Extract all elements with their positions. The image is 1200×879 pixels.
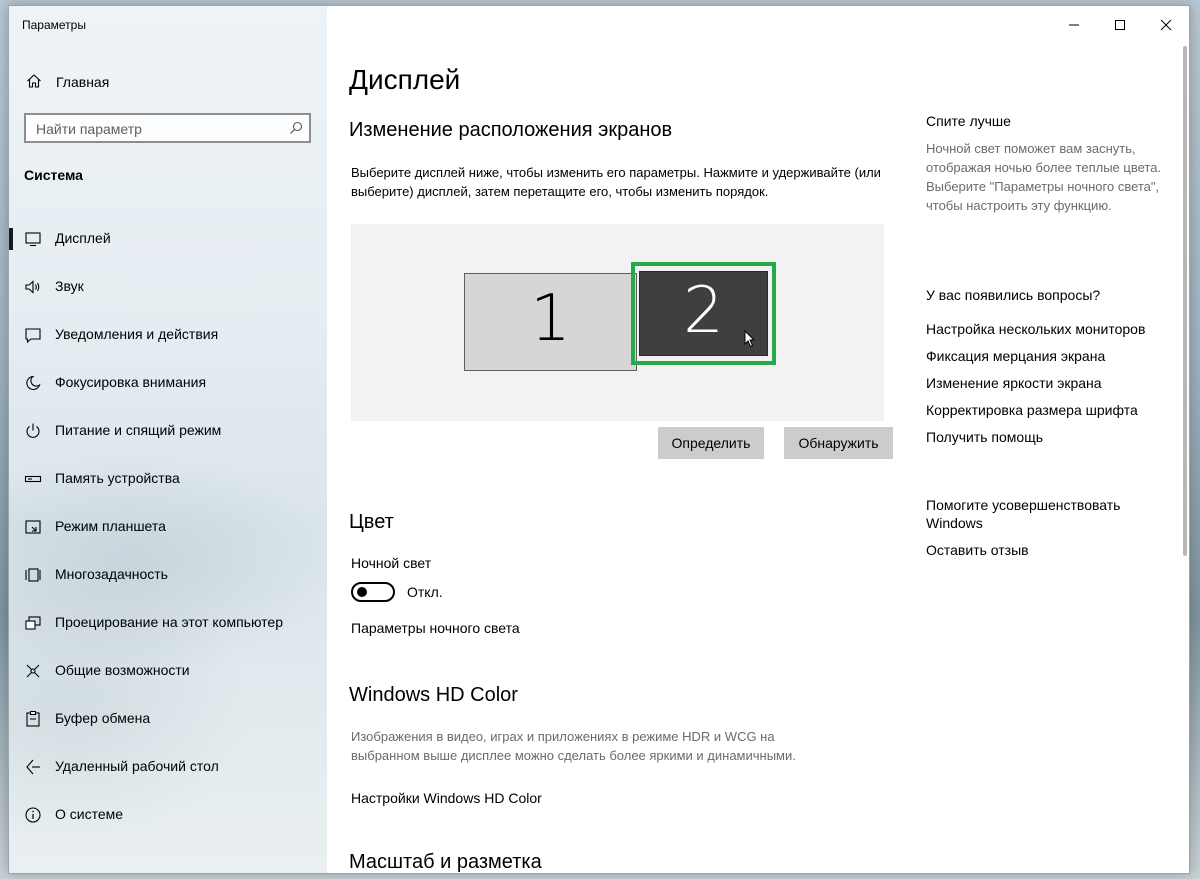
toggle-state-label: Откл.	[407, 584, 443, 600]
identify-button[interactable]: Определить	[658, 427, 764, 459]
help-link-multiple-monitors[interactable]: Настройка нескольких мониторов	[926, 321, 1145, 337]
related-pane: Спите лучше Ночной свет поможет вам засн…	[926, 6, 1166, 873]
monitor-2-selection[interactable]: 2	[631, 262, 776, 365]
remote-desktop-icon	[24, 758, 42, 776]
section-label: Система	[24, 167, 83, 183]
sidebar-item-label: Звук	[55, 278, 84, 294]
sidebar-item-label: Питание и спящий режим	[55, 422, 222, 438]
speaker-icon	[24, 278, 42, 296]
sidebar-item-label: Удаленный рабочий стол	[55, 758, 219, 774]
sidebar-item-label: Режим планшета	[55, 518, 166, 534]
power-icon	[24, 422, 42, 440]
toggle-knob	[357, 587, 367, 597]
hdr-description: Изображения в видео, играх и приложениях…	[351, 729, 796, 763]
monitor-1[interactable]: 1	[464, 273, 637, 371]
display-arrangement-area[interactable]: 1 2	[351, 224, 884, 421]
sidebar-item-projecting[interactable]: Проецирование на этот компьютер	[9, 599, 327, 647]
sidebar-item-multitasking[interactable]: Многозадачность	[9, 551, 327, 599]
arrange-description: Выберите дисплей ниже, чтобы изменить ег…	[351, 165, 881, 199]
nav-home[interactable]: Главная	[9, 66, 327, 96]
search-placeholder: Найти параметр	[36, 121, 142, 137]
sidebar-item-notifications[interactable]: Уведомления и действия	[9, 311, 327, 359]
nav-home-label: Главная	[56, 74, 110, 90]
hdr-settings-link[interactable]: Настройки Windows HD Color	[351, 790, 542, 806]
sidebar-item-label: Дисплей	[55, 230, 111, 246]
sidebar-item-clipboard[interactable]: Буфер обмена	[9, 695, 327, 743]
settings-window: Параметры Главная Найти параметр Система…	[8, 5, 1190, 874]
scale-heading: Масштаб и разметка	[349, 851, 542, 873]
night-light-toggle[interactable]	[351, 582, 395, 602]
home-icon	[26, 73, 42, 89]
multitask-icon	[24, 566, 42, 584]
sidebar-item-label: Многозадачность	[55, 566, 168, 582]
sidebar-item-label: Память устройства	[55, 470, 180, 486]
search-icon[interactable]	[289, 121, 303, 135]
sidebar-item-remote-desktop[interactable]: Удаленный рабочий стол	[9, 743, 327, 791]
sidebar-item-label: Проецирование на этот компьютер	[55, 614, 283, 630]
page-title: Дисплей	[349, 64, 461, 95]
sidebar-item-focus[interactable]: Фокусировка внимания	[9, 359, 327, 407]
shared-icon	[24, 662, 42, 680]
sidebar-item-power[interactable]: Питание и спящий режим	[9, 407, 327, 455]
hdr-heading: Windows HD Color	[349, 684, 518, 706]
improve-heading: Помогите усовершенствовать Windows	[926, 497, 1121, 531]
sidebar-item-sound[interactable]: Звук	[9, 263, 327, 311]
sidebar-item-label: Буфер обмена	[55, 710, 151, 726]
project-icon	[24, 614, 42, 632]
sidebar-item-tablet[interactable]: Режим планшета	[9, 503, 327, 551]
moon-icon	[24, 374, 42, 392]
window-title: Параметры	[22, 18, 86, 32]
sidebar-item-label: Общие возможности	[55, 662, 190, 678]
help-link-get-help[interactable]: Получить помощь	[926, 429, 1043, 445]
detect-button[interactable]: Обнаружить	[784, 427, 893, 459]
sidebar-item-about[interactable]: О системе	[9, 791, 327, 839]
mouse-cursor-icon	[744, 329, 756, 353]
color-heading: Цвет	[349, 511, 394, 533]
monitor-icon	[24, 230, 42, 248]
sleep-text: Ночной свет поможет вам заснуть, отображ…	[926, 141, 1162, 213]
sidebar-item-storage[interactable]: Память устройства	[9, 455, 327, 503]
monitor-1-number: 1	[530, 282, 571, 356]
sidebar: Параметры Главная Найти параметр Система…	[9, 6, 327, 873]
arrange-heading: Изменение расположения экранов	[349, 119, 673, 141]
feedback-link[interactable]: Оставить отзыв	[926, 542, 1029, 558]
help-link-flicker[interactable]: Фиксация мерцания экрана	[926, 348, 1105, 364]
sidebar-item-display[interactable]: Дисплей	[9, 215, 327, 263]
sidebar-item-label: О системе	[55, 806, 124, 822]
scrollbar[interactable]	[1183, 46, 1187, 556]
help-link-font-size[interactable]: Корректировка размера шрифта	[926, 402, 1138, 418]
notification-icon	[24, 326, 42, 344]
sidebar-item-label: Фокусировка внимания	[55, 374, 207, 390]
monitor-2[interactable]: 2	[639, 271, 768, 356]
storage-icon	[24, 470, 42, 488]
clipboard-icon	[24, 710, 42, 728]
search-input[interactable]: Найти параметр	[24, 113, 311, 143]
nav-list: Дисплей Звук Уведомления и действия Фоку…	[9, 215, 327, 839]
night-light-settings-link[interactable]: Параметры ночного света	[351, 620, 520, 636]
sidebar-item-label: Уведомления и действия	[55, 326, 219, 342]
main-content: Дисплей Изменение расположения экранов В…	[349, 6, 893, 873]
info-icon	[24, 806, 42, 824]
sleep-heading: Спите лучше	[926, 113, 1011, 129]
questions-heading: У вас появились вопросы?	[926, 287, 1101, 303]
help-link-brightness[interactable]: Изменение яркости экрана	[926, 375, 1102, 391]
tablet-icon	[24, 518, 42, 536]
sidebar-item-shared[interactable]: Общие возможности	[9, 647, 327, 695]
night-light-label: Ночной свет	[351, 555, 432, 571]
